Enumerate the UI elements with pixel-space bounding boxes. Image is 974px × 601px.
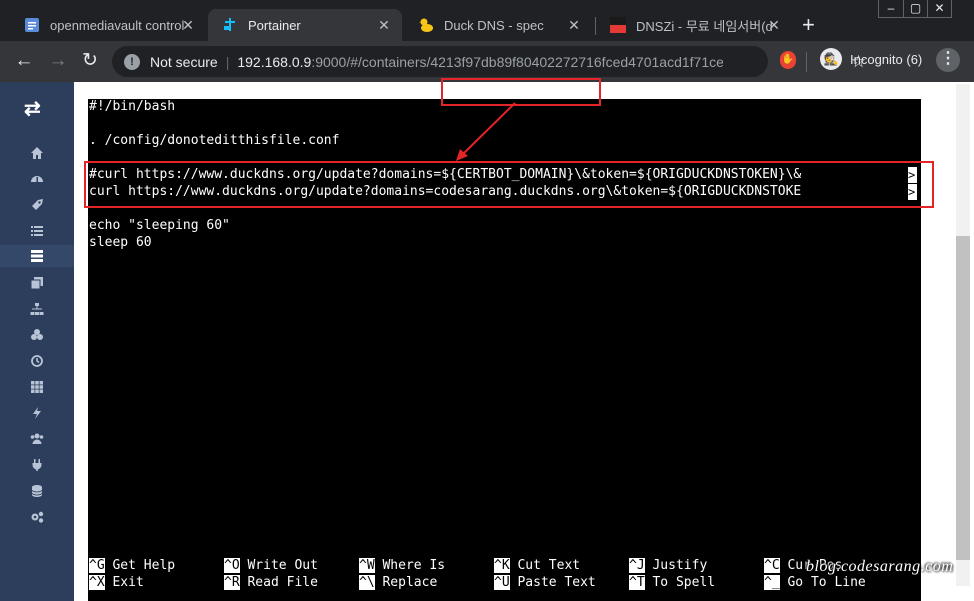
portainer-sidebar: ⇄ — [0, 82, 74, 601]
shortcut-key: ^O — [224, 558, 240, 573]
editor-line: echo "sleeping 60" — [89, 218, 230, 233]
shortcut-label: To Spell — [652, 575, 716, 590]
extension-icon[interactable]: ✋ — [780, 51, 796, 69]
events-history-icon[interactable] — [22, 350, 52, 372]
browser-window: openmediavault control ✕ Portainer ✕ Duc… — [0, 0, 974, 601]
new-tab-button[interactable]: + — [802, 14, 815, 36]
close-tab-icon[interactable]: ✕ — [376, 17, 392, 34]
dnszi-favicon-icon — [610, 17, 626, 33]
shortcut-key: ^T — [629, 575, 645, 590]
incognito-indicator[interactable]: 🕵 Incognito (6) — [820, 48, 922, 70]
tab-openmediavault[interactable]: openmediavault control ✕ — [10, 9, 206, 41]
reload-icon[interactable]: ↻ — [78, 49, 102, 73]
shortcut-key: ^J — [629, 558, 645, 573]
shortcut-exit[interactable]: ^X Exit — [89, 574, 144, 591]
shortcut-label: Write Out — [247, 558, 318, 573]
back-arrow-icon[interactable]: ← — [12, 49, 36, 73]
panel-gutter — [74, 82, 88, 601]
incognito-label: Incognito (6) — [850, 51, 923, 67]
app-templates-icon[interactable] — [22, 194, 52, 216]
sidebar-toggle-icon[interactable]: ⇄ — [24, 96, 41, 121]
containers-icon[interactable] — [0, 245, 74, 267]
scrollbar-thumb[interactable] — [956, 236, 970, 560]
close-tab-icon[interactable]: ✕ — [566, 17, 582, 34]
nano-modified-status: Modified — [826, 134, 889, 149]
curl-lines-highlight-box — [84, 161, 934, 208]
duck-favicon-icon — [418, 17, 434, 33]
close-tab-icon[interactable]: ✕ — [766, 17, 782, 34]
settings-gears-icon[interactable] — [22, 506, 52, 528]
shortcut-key: ^W — [359, 558, 375, 573]
minimize-icon[interactable]: – — [879, 0, 903, 17]
incognito-icon: 🕵 — [820, 48, 842, 70]
editor-line: #!/bin/bash — [89, 99, 176, 114]
info-warning-icon[interactable]: ! — [124, 53, 140, 70]
maximize-icon[interactable]: ▢ — [903, 0, 927, 17]
portainer-favicon-icon — [222, 17, 238, 33]
annotation-arrow-icon — [456, 102, 516, 161]
endpoints-plug-icon[interactable] — [22, 454, 52, 476]
not-secure-label: Not secure — [150, 53, 218, 70]
dashboard-icon[interactable] — [22, 168, 52, 190]
stacks-icon[interactable] — [22, 220, 52, 242]
shortcut-label: Where Is — [382, 558, 446, 573]
watermark: blog.codesarang.com — [806, 558, 954, 575]
shortcut-where-is[interactable]: ^W Where Is — [359, 557, 445, 574]
editor-line: sleep 60 — [89, 235, 152, 250]
shortcut-label: Read File — [247, 575, 318, 590]
shortcut-get-help[interactable]: ^G Get Help — [89, 557, 175, 574]
images-icon[interactable] — [22, 272, 52, 294]
shortcut-label: Exit — [112, 575, 144, 590]
shortcut-to-spell[interactable]: ^T To Spell — [629, 574, 715, 591]
shortcut-cut-text[interactable]: ^K Cut Text — [494, 557, 580, 574]
window-controls: – ▢ ✕ — [878, 0, 952, 18]
address-bar[interactable]: ! Not secure | 192.168.0.9 :9000/#/conta… — [112, 46, 866, 77]
networks-icon[interactable] — [22, 298, 52, 320]
shortcut-label: Go To Line — [787, 575, 866, 590]
extensions-bolt-icon[interactable] — [22, 402, 52, 424]
shortcut-go-to-line[interactable]: ^_ Go To Line — [764, 574, 866, 591]
shortcut-replace[interactable]: ^\ Replace — [359, 574, 437, 591]
url-host: 192.168.0.9 — [237, 53, 312, 70]
shortcut-label: Get Help — [112, 558, 176, 573]
forward-arrow-icon[interactable]: → — [46, 49, 70, 73]
shortcut-key: ^K — [494, 558, 510, 573]
tab-duckdns[interactable]: Duck DNS - spec ✕ — [404, 9, 592, 41]
browser-menu-icon[interactable]: ⋮ — [936, 48, 960, 72]
shortcut-key: ^C — [764, 558, 780, 573]
shortcut-label: Paste Text — [517, 575, 596, 590]
shortcut-key: ^X — [89, 575, 105, 590]
close-tab-icon[interactable]: ✕ — [180, 17, 196, 34]
divider: | — [225, 53, 230, 70]
users-icon[interactable] — [22, 428, 52, 450]
volumes-icon[interactable] — [22, 324, 52, 346]
tab-portainer[interactable]: Portainer ✕ — [208, 9, 402, 41]
host-grid-icon[interactable] — [22, 376, 52, 398]
omv-favicon-icon — [24, 17, 40, 33]
shortcut-key: ^U — [494, 575, 510, 590]
shortcut-read-file[interactable]: ^R Read File — [224, 574, 318, 591]
shortcut-key: ^_ — [764, 575, 780, 590]
shortcut-key: ^G — [89, 558, 105, 573]
shortcut-label: Cut Text — [517, 558, 581, 573]
shortcut-key: ^\ — [359, 575, 375, 590]
close-window-icon[interactable]: ✕ — [927, 0, 951, 17]
home-icon[interactable] — [22, 142, 52, 164]
url-path: :9000/#/containers/4213f97db89f804022727… — [311, 53, 724, 70]
editor-line: . /config/donoteditthisfile.conf — [89, 133, 340, 148]
toolbar-separator — [806, 52, 807, 72]
tab-dnszi[interactable]: DNSZi - 무료 네임서버(d ✕ — [596, 9, 792, 41]
shortcut-justify[interactable]: ^J Justify — [629, 557, 707, 574]
shortcut-write-out[interactable]: ^O Write Out — [224, 557, 318, 574]
shortcut-key: ^R — [224, 575, 240, 590]
shortcut-label: Replace — [382, 575, 438, 590]
tab-strip: openmediavault control ✕ Portainer ✕ Duc… — [0, 0, 974, 41]
registries-database-icon[interactable] — [22, 480, 52, 502]
shortcut-label: Justify — [652, 558, 708, 573]
shortcut-paste-text[interactable]: ^U Paste Text — [494, 574, 596, 591]
